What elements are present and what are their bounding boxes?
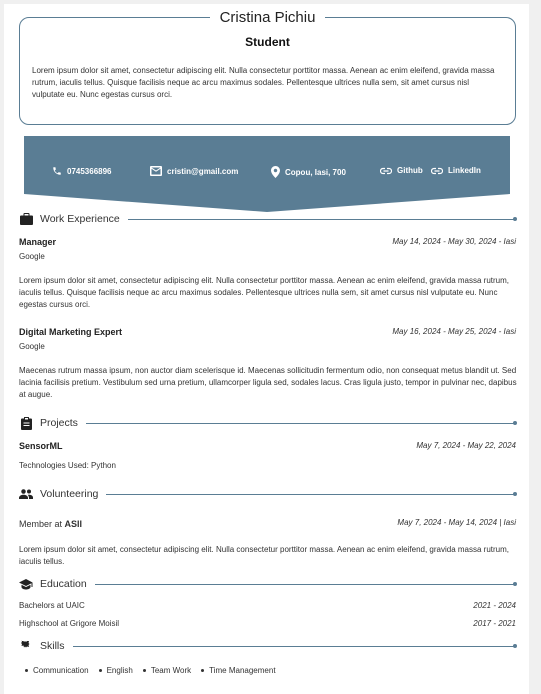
education-name: Bachelors at UAIC bbox=[19, 601, 85, 610]
contact-location: Copou, Iasi, 700 bbox=[271, 166, 346, 178]
skills-list: Communication English Team Work Time Man… bbox=[25, 666, 286, 675]
job-description: Maecenas rutrum massa ipsum, non auctor … bbox=[19, 366, 517, 399]
job-description: Lorem ipsum dolor sit amet, consectetur … bbox=[19, 276, 510, 309]
skill-item: Team Work bbox=[142, 666, 192, 675]
section-divider bbox=[127, 216, 518, 221]
briefcase-icon bbox=[19, 212, 33, 226]
section-projects: Projects bbox=[19, 416, 518, 430]
phone-text: 0745366896 bbox=[67, 166, 112, 176]
section-divider bbox=[72, 643, 518, 648]
resume-page: Cristina Pichiu Student Lorem ipsum dolo… bbox=[4, 4, 529, 694]
skill-label: Communication bbox=[33, 666, 89, 675]
link-icon bbox=[380, 167, 392, 174]
job-dates: May 14, 2024 - May 30, 2024 - Iasi bbox=[392, 237, 516, 246]
project-tech: Technologies Used: Python bbox=[19, 461, 116, 470]
contact-banner: 0745366896 cristin@gmail.com Copou, Iasi… bbox=[24, 136, 510, 212]
candidate-role: Student bbox=[245, 35, 290, 49]
section-title: Projects bbox=[40, 417, 78, 429]
section-title: Skills bbox=[40, 640, 65, 652]
section-divider bbox=[106, 491, 517, 496]
puzzle-icon bbox=[19, 639, 33, 653]
job-dates: May 16, 2024 - May 25, 2024 - Iasi bbox=[392, 327, 516, 336]
project-dates: May 7, 2024 - May 22, 2024 bbox=[416, 441, 516, 450]
contact-email[interactable]: cristin@gmail.com bbox=[150, 166, 238, 176]
skill-label: English bbox=[106, 666, 133, 675]
section-divider bbox=[94, 581, 518, 586]
section-education: Education bbox=[19, 577, 518, 591]
email-icon bbox=[150, 166, 162, 176]
link-icon bbox=[431, 167, 443, 174]
volunteer-role: Member at ASII bbox=[19, 519, 82, 529]
volunteer-description: Lorem ipsum dolor sit amet, consectetur … bbox=[19, 545, 510, 566]
job-title: Manager bbox=[19, 237, 57, 247]
clipboard-icon bbox=[19, 416, 33, 430]
project-name: SensorML bbox=[19, 441, 63, 451]
linkedin-text: LinkedIn bbox=[448, 166, 481, 175]
section-title: Work Experience bbox=[40, 213, 120, 225]
section-title: Education bbox=[40, 578, 87, 590]
section-volunteering: Volunteering bbox=[19, 487, 517, 501]
skill-label: Team Work bbox=[150, 666, 192, 675]
summary-text: Lorem ipsum dolor sit amet, consectetur … bbox=[32, 66, 495, 99]
education-name: Highschool at Grigore Moisil bbox=[19, 619, 120, 628]
contact-phone[interactable]: 0745366896 bbox=[52, 166, 112, 176]
location-pin-icon bbox=[271, 166, 280, 178]
graduation-cap-icon bbox=[19, 577, 33, 591]
skill-item: Communication bbox=[25, 666, 89, 675]
education-dates: 2017 - 2021 bbox=[473, 619, 516, 628]
job-company: Google bbox=[19, 252, 45, 261]
people-icon bbox=[19, 487, 33, 501]
volunteer-role-prefix: Member at bbox=[19, 519, 63, 529]
phone-icon bbox=[53, 167, 61, 175]
location-text: Copou, Iasi, 700 bbox=[285, 167, 346, 177]
section-work-experience: Work Experience bbox=[19, 212, 518, 226]
job-title: Digital Marketing Expert bbox=[19, 327, 123, 337]
education-dates: 2021 - 2024 bbox=[473, 601, 516, 610]
skill-item: English bbox=[98, 666, 133, 675]
volunteer-org: ASII bbox=[64, 519, 83, 529]
skill-item: Time Management bbox=[201, 666, 276, 675]
header-card: Cristina Pichiu Student Lorem ipsum dolo… bbox=[19, 9, 516, 125]
section-title: Volunteering bbox=[40, 488, 99, 500]
skill-label: Time Management bbox=[209, 666, 276, 675]
contact-github[interactable]: Github bbox=[380, 166, 423, 175]
github-text: Github bbox=[397, 166, 423, 175]
candidate-name: Cristina Pichiu bbox=[209, 9, 326, 26]
email-text: cristin@gmail.com bbox=[167, 166, 239, 176]
contact-linkedin[interactable]: LinkedIn bbox=[431, 166, 481, 175]
job-company: Google bbox=[19, 342, 45, 351]
candidate-name-wrap: Cristina Pichiu bbox=[20, 9, 515, 27]
volunteer-dates: May 7, 2024 - May 14, 2024 | Iasi bbox=[397, 518, 516, 527]
section-skills: Skills bbox=[19, 639, 518, 653]
section-divider bbox=[85, 420, 518, 425]
